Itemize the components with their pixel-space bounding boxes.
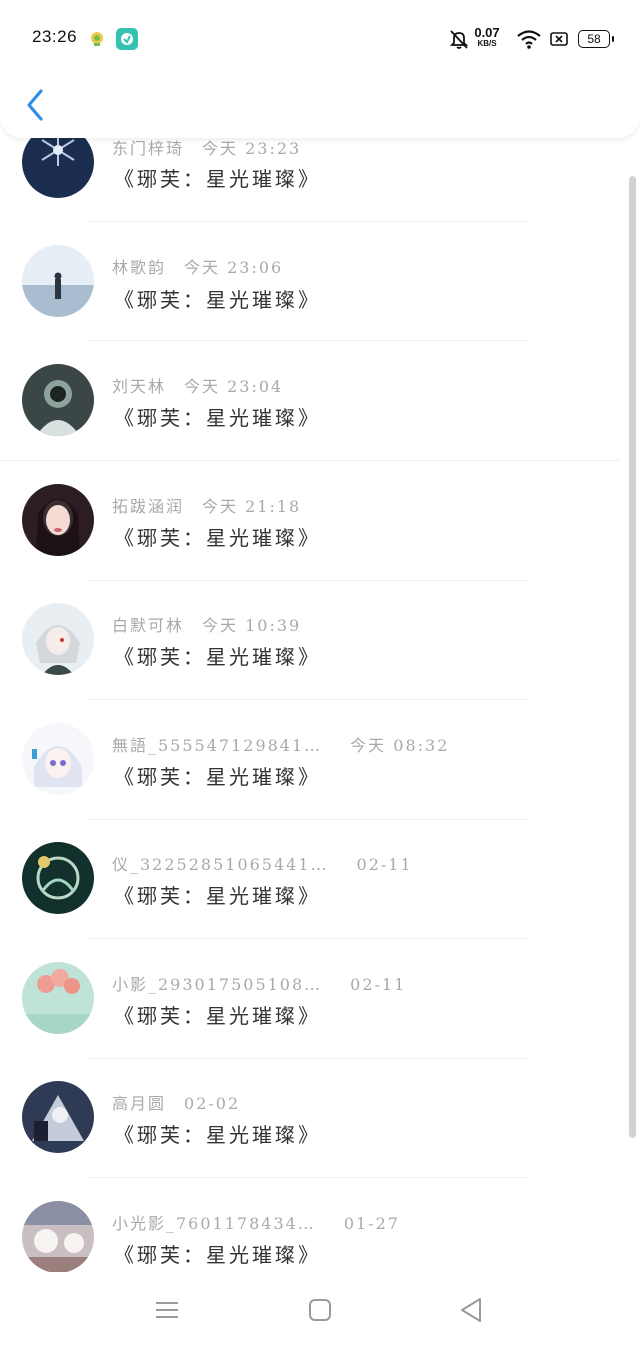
time-stamp: 今天 23:06 [184, 258, 284, 277]
menu-icon [156, 1302, 178, 1318]
work-title[interactable]: 《琊芙：星光璀璨》 [114, 284, 321, 313]
work-title[interactable]: 《琊芙：星光璀璨》 [114, 163, 321, 192]
avatar[interactable] [22, 962, 94, 1034]
network-speed: 0.07 KB/S [470, 26, 504, 49]
sender-name[interactable]: 拓跋涵润 [112, 497, 184, 516]
system-navigation-bar [0, 1272, 640, 1351]
time-stamp: 02-11 [356, 855, 413, 874]
avatar[interactable] [22, 603, 94, 675]
time-stamp: 01-27 [343, 1214, 400, 1233]
chat-app-icon [116, 28, 138, 50]
net-speed-unit: KB/S [477, 39, 497, 48]
avatar[interactable] [22, 1081, 94, 1153]
battery-icon: 58 [578, 30, 614, 48]
avatar[interactable] [22, 842, 94, 914]
avatar[interactable] [22, 1201, 94, 1273]
back-nav-button[interactable] [451, 1290, 491, 1330]
list-item[interactable]: 小影_2930175051​08… 02-11 《琊芙：星光璀璨》 [0, 939, 620, 1059]
wifi-icon [516, 28, 542, 50]
home-button[interactable] [300, 1290, 340, 1330]
list-item[interactable]: 刘天林 今天 23:04 《琊芙：星光璀璨》 [0, 341, 620, 461]
sender-name[interactable]: 小光影_7601178434… [112, 1214, 316, 1233]
sender-meta: 林歌韵 今天 23:06 [112, 254, 283, 278]
net-speed-value: 0.07 [474, 25, 500, 40]
scrollbar[interactable] [629, 176, 636, 1138]
time-stamp: 今天 10:39 [202, 616, 302, 635]
avatar[interactable] [22, 484, 94, 556]
menu-button[interactable] [147, 1290, 187, 1330]
avatar[interactable] [22, 723, 94, 795]
list-item[interactable]: 無語_5555471298​41… 今天 08:32 《琊芙：星光璀璨》 [0, 700, 620, 820]
sender-name[interactable]: 高月圆 [112, 1094, 166, 1113]
list-item[interactable]: 林歌韵 今天 23:06 《琊芙：星光璀璨》 [0, 222, 620, 342]
list-item[interactable]: 白默可林 今天 10:39 《琊芙：星光璀璨》 [0, 580, 620, 700]
work-title[interactable]: 《琊芙：星光璀璨》 [114, 880, 321, 909]
time-stamp: 今天 23:23 [202, 139, 302, 158]
sender-name[interactable]: 林歌韵 [112, 258, 166, 277]
sim-off-icon [550, 31, 568, 46]
status-indicators: 0.07 KB/S 58 [420, 26, 614, 52]
time-stamp: 今天 21:18 [202, 497, 302, 516]
sender-meta: 高月圆 02-02 [112, 1090, 240, 1114]
status-time: 23:26 [32, 27, 78, 46]
notification-app-icon [88, 30, 106, 48]
list-item[interactable]: 拓跋涵润 今天 21:18 《琊芙：星光璀璨》 [0, 461, 620, 581]
sender-name[interactable]: 小影_2930175051​08… [112, 975, 322, 994]
work-title[interactable]: 《琊芙：星光璀璨》 [114, 1239, 321, 1268]
work-title[interactable]: 《琊芙：星光璀璨》 [114, 761, 321, 790]
time-stamp: 02-11 [350, 975, 407, 994]
bell-off-icon [448, 28, 470, 50]
sender-meta: 仪_3225285106544​1… 02-11 [112, 851, 413, 875]
back-triangle-icon [461, 1298, 481, 1322]
time-stamp: 今天 08:32 [350, 736, 450, 755]
sender-name[interactable]: 無語_5555471298​41… [112, 736, 322, 755]
list-item[interactable]: 高月圆 02-02 《琊芙：星光璀璨》 [0, 1058, 620, 1178]
sender-meta: 东门梓琦 今天 23:23 [112, 135, 301, 159]
sender-meta: 白默可林 今天 10:39 [112, 612, 301, 636]
sender-name[interactable]: 刘天林 [112, 377, 166, 396]
time-stamp: 02-02 [184, 1094, 241, 1113]
status-bar: 23:26 0.07 KB/S 58 [0, 0, 640, 78]
avatar[interactable] [22, 245, 94, 317]
sender-meta: 小影_2930175051​08… 02-11 [112, 971, 406, 995]
avatar[interactable] [22, 364, 94, 436]
sender-meta: 小光影_7601178434… 01-27 [112, 1210, 400, 1234]
work-title[interactable]: 《琊芙：星光璀璨》 [114, 641, 321, 670]
list-item[interactable]: 仪_3225285106544​1… 02-11 《琊芙：星光璀璨》 [0, 819, 620, 939]
sender-meta: 無語_5555471298​41… 今天 08:32 [112, 732, 449, 756]
sender-name[interactable]: 东门梓琦 [112, 139, 184, 158]
home-square-icon [309, 1299, 331, 1321]
time-stamp: 今天 23:04 [184, 377, 284, 396]
work-title[interactable]: 《琊芙：星光璀璨》 [114, 402, 321, 431]
work-title[interactable]: 《琊芙：星光璀璨》 [114, 1119, 321, 1148]
back-button[interactable] [20, 86, 50, 124]
work-title[interactable]: 《琊芙：星光璀璨》 [114, 1000, 321, 1029]
sender-name[interactable]: 仪_3225285106544​1… [112, 855, 329, 874]
chevron-left-icon [27, 89, 43, 121]
sender-meta: 刘天林 今天 23:04 [112, 373, 283, 397]
sender-meta: 拓跋涵润 今天 21:18 [112, 493, 301, 517]
sender-name[interactable]: 白默可林 [112, 616, 184, 635]
notification-list[interactable]: 东门梓琦 今天 23:23 《琊芙：星光璀璨》 林歌韵 今天 23:06 《琊芙：星… [0, 0, 640, 1351]
header: 23:26 0.07 KB/S 58 [0, 0, 640, 138]
work-title[interactable]: 《琊芙：星光璀璨》 [114, 522, 321, 551]
